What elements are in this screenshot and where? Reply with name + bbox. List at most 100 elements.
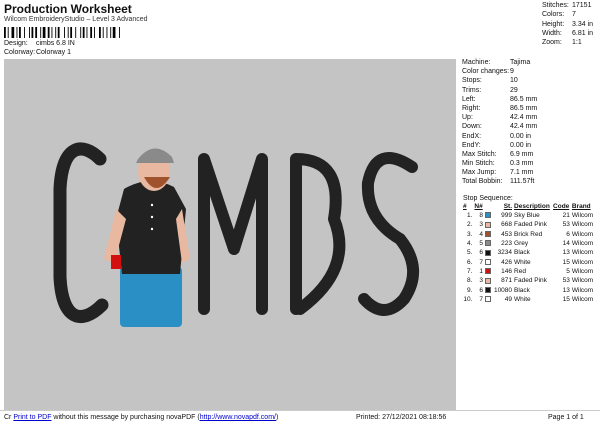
stat-value: 7 [572, 11, 576, 19]
needle-number: 7 [479, 295, 484, 303]
needle-number: 6 [479, 286, 484, 294]
color-description: Sky Blue [514, 212, 540, 220]
machine-value: 0.00 in [510, 141, 532, 149]
print-to-pdf-link[interactable]: Print to PDF [13, 414, 51, 421]
needle-number: 5 [479, 240, 484, 248]
table-row: 10. 7 49 White 15 Wilcom [462, 295, 595, 304]
footer-prefix: Cr [4, 414, 12, 421]
stat-label: Stitches: [542, 2, 569, 9]
col-header: St. [503, 203, 513, 210]
worksheet-title: Production Worksheet [4, 2, 132, 16]
machine-value: 6.9 mm [510, 150, 534, 158]
thread-color-swatch [485, 268, 492, 275]
stitch-count: 668 [501, 221, 513, 229]
stop-sequence-panel: Stop Sequence: # N# St. Description Code… [462, 195, 596, 350]
machine-label: Up: [462, 114, 473, 122]
color-code: 15 [562, 258, 570, 266]
thread-brand: Wilcom [571, 286, 594, 294]
stat-value: 6.81 in [572, 29, 594, 37]
color-code: 13 [562, 286, 570, 294]
stat-label: Zoom: [542, 39, 562, 47]
letter-c-shape [53, 142, 109, 323]
stitch-count: 10080 [493, 286, 513, 294]
thread-color-swatch [485, 212, 492, 219]
software-subtitle: Wilcom EmbroideryStudio – Level 3 Advanc… [4, 16, 148, 23]
needle-number: 3 [479, 277, 484, 285]
thread-brand: Wilcom [571, 295, 594, 303]
color-swatch [484, 220, 492, 229]
machine-value: 111.57ft [510, 178, 535, 186]
thread-brand: Wilcom [571, 267, 594, 275]
thread-color-swatch [485, 277, 492, 284]
embroidery-artwork [53, 142, 420, 327]
machine-label: Left: [462, 95, 476, 103]
table-row: 7. 1 146 Red 5 Wilcom [462, 267, 595, 276]
machine-label: Total Bobbin: [462, 178, 503, 186]
colorway-value: Colorway 1 [35, 49, 71, 56]
thread-color-swatch [485, 296, 492, 303]
color-swatch [484, 230, 492, 239]
design-row: Design: cimbs 6.8 IN [4, 40, 75, 47]
needle-number: 7 [479, 258, 484, 266]
thread-color-swatch [485, 221, 492, 228]
printed-timestamp: Printed: 27/12/2021 08:18:56 [356, 414, 447, 421]
machine-value: 0.3 mm [510, 160, 534, 168]
thread-brand: Wilcom [571, 277, 594, 285]
stat-label: Colors: [542, 11, 565, 19]
color-code: 21 [562, 212, 570, 220]
page-number: Page 1 of 1 [548, 414, 584, 421]
stop-number: 1. [466, 212, 473, 220]
thread-brand: Wilcom [571, 230, 594, 238]
color-description: Faded Pink [514, 277, 547, 285]
thread-brand: Wilcom [571, 221, 594, 229]
stop-number: 6. [466, 258, 473, 266]
design-label: Design: [4, 40, 28, 47]
table-row: 6. 7 426 White 15 Wilcom [462, 257, 595, 266]
stitch-count: 3234 [497, 249, 513, 257]
stitch-count: 146 [501, 267, 513, 275]
color-description: White [514, 295, 531, 303]
stop-sequence-label: Stop Sequence: [463, 195, 513, 202]
machine-label: Stops: [462, 77, 482, 85]
color-swatch [484, 211, 492, 220]
thread-color-swatch [485, 231, 492, 238]
color-code: 53 [562, 221, 570, 229]
thread-brand: Wilcom [571, 240, 594, 248]
stop-number: 7. [466, 267, 473, 275]
table-row: 3. 4 453 Brick Red 6 Wilcom [462, 230, 595, 239]
color-swatch [484, 267, 492, 276]
footer-message: Cr Print to PDF without this message by … [4, 414, 278, 421]
stop-sequence-table: # N# St. Description Code Brand 1. 8 999 Sk… [462, 202, 595, 304]
table-row: 8. 3 871 Faded Pink 53 Wilcom [462, 276, 595, 285]
stop-number: 10. [463, 295, 473, 303]
stop-number: 3. [466, 230, 473, 238]
man-figure [104, 148, 190, 327]
machine-label: Machine: [462, 59, 491, 66]
table-row: 9. 6 10080 Black 13 Wilcom [462, 285, 595, 294]
footer-middle-text: without this message by purchasing novaP… [51, 414, 200, 421]
color-code: 13 [562, 249, 570, 257]
letter-b-shape [290, 153, 346, 315]
machine-label: Right: [462, 104, 481, 112]
needle-number: 6 [479, 249, 484, 257]
stop-number: 5. [466, 249, 473, 257]
col-header: # [463, 203, 467, 210]
stop-number: 4. [466, 240, 473, 248]
thread-color-swatch [485, 286, 492, 293]
machine-value: 42.4 mm [510, 123, 538, 131]
stat-value: 17151 [572, 2, 592, 9]
stitch-count: 426 [501, 258, 513, 266]
table-header-row: # N# St. Description Code Brand [462, 202, 595, 211]
machine-info: Machine: Tajima Color changes:9 Stops: 10 … [462, 59, 596, 188]
col-header: Code [553, 203, 570, 210]
thread-color-swatch [485, 258, 492, 265]
colorway-row: Colorway: Colorway 1 [4, 49, 71, 56]
color-description: Faded Pink [514, 221, 547, 229]
novapdf-url-link[interactable]: http://www.novapdf.com/ [200, 414, 276, 421]
color-swatch [484, 248, 492, 257]
machine-label: Max Jump: [462, 169, 497, 177]
col-header: Description [514, 203, 550, 210]
machine-label: Max Stitch: [462, 150, 497, 158]
colorway-label: Colorway: [4, 49, 36, 56]
color-code: 53 [562, 277, 570, 285]
